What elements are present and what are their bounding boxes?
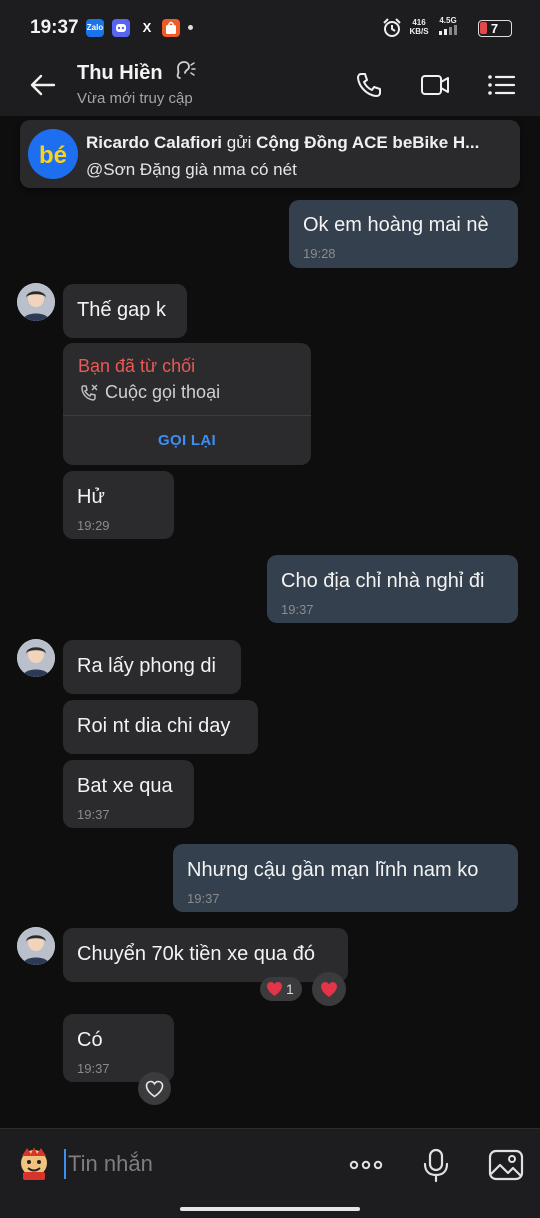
reaction-summary[interactable]: 1	[260, 977, 302, 1001]
notification-banner[interactable]: bé Ricardo Calafiori gửi Cộng Đồng ACE b…	[20, 120, 520, 188]
call-type: Cuộc gọi thoại	[105, 382, 221, 402]
message-text: Ra lấy phong di	[77, 655, 216, 677]
notification-body: @Sơn Đặng già nma có nét	[86, 160, 297, 179]
shopee-app-icon	[162, 19, 180, 37]
net-speed-value: 416	[412, 18, 426, 27]
contact-avatar[interactable]	[17, 639, 55, 677]
status-indicators: 416 KB/S 4.5G 7	[382, 16, 512, 40]
message-text: Nhưng cậu gần mạn lĩnh nam ko	[187, 859, 479, 881]
battery-icon: 7	[478, 20, 512, 37]
video-call-icon[interactable]	[418, 68, 452, 102]
message-time: 19:37	[281, 602, 314, 617]
discord-app-icon	[112, 19, 130, 37]
image-gallery-icon[interactable]	[488, 1147, 524, 1183]
missed-call-icon	[81, 384, 98, 401]
message-input[interactable]	[68, 1147, 328, 1181]
contact-avatar[interactable]	[17, 283, 55, 321]
microphone-icon[interactable]	[418, 1147, 454, 1183]
message-text: Hử	[77, 486, 105, 508]
message-text: Roi nt dia chi day	[77, 715, 231, 737]
contact-name[interactable]: Thu Hiền	[77, 62, 163, 85]
ear-icon	[176, 61, 196, 79]
heart-icon	[321, 982, 337, 997]
message-time: 19:37	[77, 807, 110, 822]
svg-text:bé: bé	[39, 142, 67, 169]
status-time: 19:37	[30, 17, 79, 38]
message-text: Cho địa chỉ nhà nghỉ đi	[281, 570, 485, 592]
message-text: Có	[77, 1029, 103, 1051]
message-incoming[interactable]: Ra lấy phong di	[63, 640, 241, 694]
call-back-button[interactable]: GỌI LẠI	[63, 416, 311, 465]
call-status: Bạn đã từ chối	[78, 356, 196, 376]
menu-list-icon[interactable]	[484, 68, 518, 102]
message-time: 19:37	[77, 1061, 110, 1076]
signal-icon	[439, 25, 457, 35]
contact-avatar[interactable]	[17, 927, 55, 965]
declined-call-card: Bạn đã từ chối Cuộc gọi thoại GỌI LẠI	[63, 343, 311, 465]
notification-title: Ricardo Calafiori gửi Cộng Đồng ACE beBi…	[86, 133, 510, 153]
message-text: Thế gap k	[77, 299, 166, 321]
message-outgoing[interactable]: Nhưng cậu gần mạn lĩnh nam ko 19:37	[173, 844, 518, 912]
message-incoming[interactable]: Hử 19:29	[63, 471, 174, 539]
network-type: 4.5G	[436, 16, 460, 37]
back-arrow-icon[interactable]	[26, 68, 60, 102]
message-text: Ok em hoàng mai nè	[303, 214, 489, 236]
react-button[interactable]	[138, 1072, 171, 1105]
message-time: 19:37	[187, 891, 220, 906]
chat-messages[interactable]: bé Ricardo Calafiori gửi Cộng Đồng ACE b…	[0, 116, 540, 1128]
message-time: 19:29	[77, 518, 110, 533]
bebike-logo: bé	[28, 129, 78, 179]
reaction-count: 1	[286, 981, 294, 997]
alarm-icon	[383, 18, 401, 37]
notification-verb: gửi	[226, 133, 252, 152]
net-speed: 416 KB/S	[408, 18, 430, 36]
message-time: 19:28	[303, 246, 336, 261]
message-input-bar	[0, 1128, 540, 1218]
message-incoming[interactable]: Bat xe qua 19:37	[63, 760, 194, 828]
message-text: Bat xe qua	[77, 775, 173, 797]
contact-status: Vừa mới truy cập	[77, 90, 193, 107]
heart-outline-icon	[145, 1080, 164, 1098]
message-incoming[interactable]: Chuyển 70k tiền xe qua đó	[63, 928, 348, 982]
heart-icon	[267, 982, 282, 996]
net-speed-unit: KB/S	[409, 27, 429, 36]
status-bar: 19:37 Zalo X 416 KB/S 4.5G 7	[0, 0, 540, 56]
notification-sender: Ricardo Calafiori	[86, 133, 223, 152]
phone-call-icon[interactable]	[352, 68, 386, 102]
notification-group: Cộng Đồng ACE beBike H...	[256, 133, 480, 152]
x-app-icon: X	[142, 20, 152, 35]
text-cursor	[64, 1149, 66, 1179]
message-text: Chuyển 70k tiền xe qua đó	[77, 943, 315, 965]
more-options-icon[interactable]	[348, 1147, 384, 1183]
message-incoming[interactable]: Roi nt dia chi day	[63, 700, 258, 754]
network-label: 4.5G	[439, 16, 457, 25]
message-outgoing[interactable]: Ok em hoàng mai nè 19:28	[289, 200, 518, 268]
sticker-icon[interactable]	[14, 1143, 54, 1183]
more-notifications-dot	[188, 25, 193, 30]
battery-level: 7	[490, 21, 499, 36]
react-heart-button[interactable]	[312, 972, 346, 1006]
zalo-app-icon: Zalo	[86, 19, 104, 37]
home-indicator[interactable]	[180, 1207, 360, 1211]
message-outgoing[interactable]: Cho địa chỉ nhà nghỉ đi 19:37	[267, 555, 518, 623]
chat-header: Thu Hiền Vừa mới truy cập	[0, 56, 540, 116]
message-incoming[interactable]: Thế gap k	[63, 284, 187, 338]
